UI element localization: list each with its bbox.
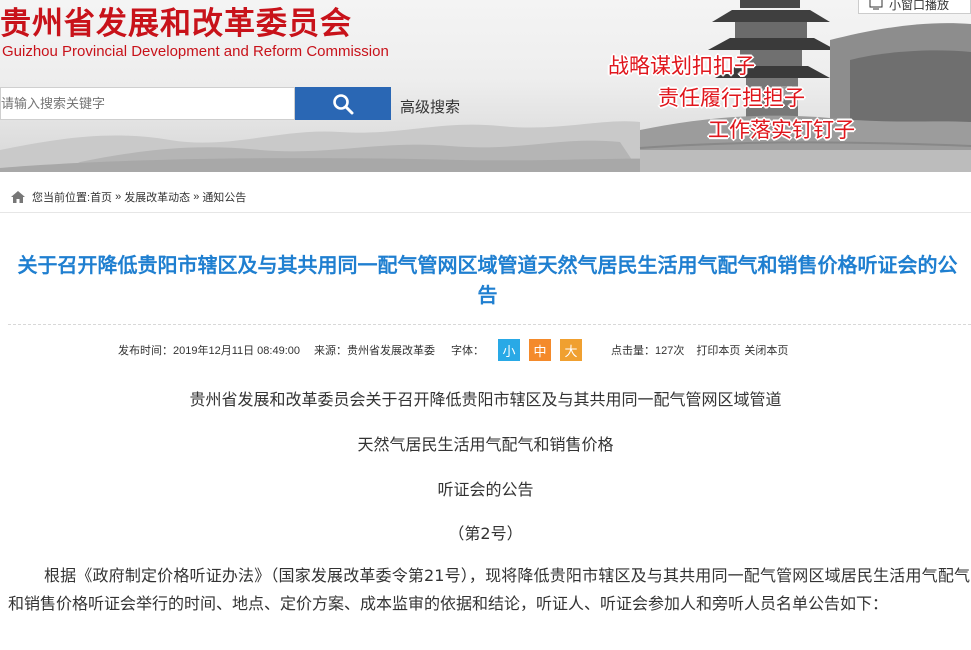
source-value: 贵州省发展改革委: [347, 345, 435, 357]
site-subtitle: Guizhou Provincial Development and Refor…: [2, 43, 389, 60]
title-divider: [8, 324, 971, 325]
article-body-paragraph: 根据《政府制定价格听证办法》（国家发展改革委令第21号），现将降低贵阳市辖区及与…: [8, 566, 970, 613]
search-button[interactable]: [295, 87, 391, 120]
notice-number: （第2号）: [448, 524, 523, 543]
small-window-label: 小窗口播放: [889, 0, 950, 12]
search-input[interactable]: [0, 87, 295, 120]
article-meta: 发布时间： 2019年12月11日 08:49:00 来源： 贵州省发展改革委 …: [118, 339, 788, 361]
slogan-line-1: 战略谋划扣扣子: [608, 54, 755, 78]
print-page-link[interactable]: 打印本页: [696, 342, 740, 358]
notice-heading-line-2: 天然气居民生活用气配气和销售价格: [357, 435, 614, 454]
clicks-label: 点击量：: [611, 345, 655, 357]
font-size-large-button[interactable]: 大: [560, 339, 582, 361]
breadcrumb: 您当前位置: 首页 » 发展改革动态 » 通知公告: [0, 182, 971, 213]
search-icon: [333, 93, 354, 114]
site-header: 贵州省发展和改革委员会 Guizhou Provincial Developme…: [0, 0, 971, 172]
slogan-line-2: 责任履行担担子: [658, 86, 805, 110]
breadcrumb-separator: »: [115, 191, 122, 203]
breadcrumb-home[interactable]: 首页: [90, 189, 112, 205]
slogan-line-3: 工作落实钉钉子: [708, 118, 855, 142]
clicks-count: 127次: [655, 345, 685, 357]
advanced-search-link[interactable]: 高级搜索: [400, 96, 460, 117]
breadcrumb-notices[interactable]: 通知公告: [202, 189, 246, 205]
publish-time-label: 发布时间：: [118, 345, 173, 357]
notice-heading-line-1: 贵州省发展和改革委员会关于召开降低贵阳市辖区及与其共用同一配气管网区域管道: [189, 390, 782, 409]
home-icon: [10, 190, 26, 204]
notice-heading-line-3: 听证会的公告: [437, 480, 534, 499]
article-title: 关于召开降低贵阳市辖区及与其共用同一配气管网区域管道天然气居民生活用气配气和销售…: [17, 253, 958, 307]
close-page-link[interactable]: 关闭本页: [744, 342, 788, 358]
font-size-label: 字体：: [451, 345, 484, 357]
site-title: 贵州省发展和改革委员会: [0, 6, 352, 42]
font-size-medium-button[interactable]: 中: [529, 339, 551, 361]
breadcrumb-prefix: 您当前位置:: [32, 192, 91, 204]
breadcrumb-separator: »: [193, 191, 200, 203]
monitor-icon: [869, 0, 883, 10]
source-label: 来源：: [314, 345, 347, 357]
small-window-play-button[interactable]: 小窗口播放: [858, 0, 971, 14]
breadcrumb-dynamics[interactable]: 发展改革动态: [124, 189, 190, 205]
publish-time: 2019年12月11日 08:49:00: [173, 345, 300, 357]
font-size-small-button[interactable]: 小: [498, 339, 520, 361]
